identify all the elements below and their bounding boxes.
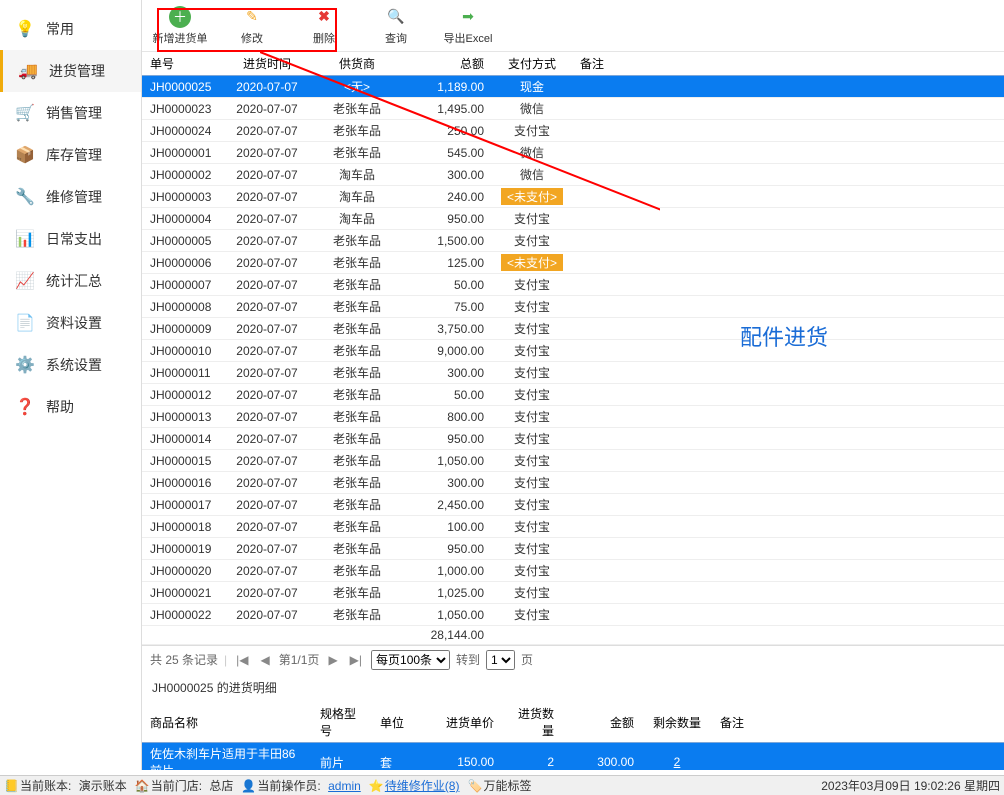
table-row[interactable]: JH00000032020-07-07淘车品240.00<未支付> — [142, 186, 1004, 208]
table-row[interactable]: JH00000172020-07-07老张车品2,450.00支付宝 — [142, 494, 1004, 516]
status-account: 📒当前账本: 演示账本 — [4, 777, 127, 794]
table-row[interactable]: JH00000102020-07-07老张车品9,000.00支付宝 — [142, 340, 1004, 362]
pager-goto-label: 转到 — [456, 651, 480, 668]
table-row[interactable]: JH00000042020-07-07淘车品950.00支付宝 — [142, 208, 1004, 230]
detail-row[interactable]: 佐佐木刹车片适用于丰田86 前片前片套150.002300.002 — [142, 743, 1004, 771]
table-row[interactable]: JH00000242020-07-07老张车品250.00支付宝 — [142, 120, 1004, 142]
table-row[interactable]: JH00000232020-07-07老张车品1,495.00微信 — [142, 98, 1004, 120]
add-button[interactable]: ＋新增进货单 — [150, 4, 210, 48]
pager-pagesize[interactable]: 每页100条 — [371, 650, 450, 670]
sidebar-label: 进货管理 — [49, 61, 105, 81]
dcol-spec[interactable]: 规格型号 — [312, 702, 372, 743]
sidebar-icon: 📄 — [14, 312, 36, 334]
pager-prev[interactable]: ◀ — [258, 653, 273, 667]
table-row[interactable]: JH00000122020-07-07老张车品50.00支付宝 — [142, 384, 1004, 406]
sidebar-item-5[interactable]: 📊 日常支出 — [0, 218, 141, 260]
detail-table[interactable]: 商品名称规格型号单位进货单价进货数量金额剩余数量备注 佐佐木刹车片适用于丰田86… — [142, 702, 1004, 770]
status-tag[interactable]: 🏷️万能标签 — [467, 777, 531, 794]
status-datetime: 2023年03月09日 19:02:26 星期四 — [821, 777, 1000, 794]
sidebar-item-1[interactable]: 🚚 进货管理 — [0, 50, 141, 92]
pager-first[interactable]: |◀ — [233, 653, 251, 667]
table-row[interactable]: JH00000072020-07-07老张车品50.00支付宝 — [142, 274, 1004, 296]
purchase-table[interactable]: 单号进货时间供货商总额支付方式备注 JH00000252020-07-07<无>… — [142, 52, 1004, 645]
col-note[interactable]: 备注 — [572, 52, 1004, 76]
table-row[interactable]: JH00000112020-07-07老张车品300.00支付宝 — [142, 362, 1004, 384]
dcol-left[interactable]: 剩余数量 — [642, 702, 712, 743]
sidebar-label: 库存管理 — [46, 145, 102, 165]
sidebar-item-9[interactable]: ❓ 帮助 — [0, 386, 141, 428]
table-row[interactable]: JH00000222020-07-07老张车品1,050.00支付宝 — [142, 604, 1004, 626]
pager: 共 25 条记录 | |◀ ◀ 第1/1页 ▶ ▶| 每页100条 转到 1 页 — [142, 645, 1004, 673]
sidebar-icon: 📦 — [14, 144, 36, 166]
dcol-qty[interactable]: 进货数量 — [502, 702, 562, 743]
sidebar-icon: 📈 — [14, 270, 36, 292]
pager-next[interactable]: ▶ — [325, 653, 340, 667]
dcol-price[interactable]: 进货单价 — [432, 702, 502, 743]
dcol-note[interactable]: 备注 — [712, 702, 1004, 743]
table-row[interactable]: JH00000012020-07-07老张车品545.00微信 — [142, 142, 1004, 164]
detail-title: JH0000025 的进货明细 — [142, 673, 1004, 702]
sidebar-item-4[interactable]: 🔧 维修管理 — [0, 176, 141, 218]
pager-page-suffix: 页 — [521, 651, 533, 668]
sidebar-label: 常用 — [46, 19, 74, 39]
sidebar-icon: 🔧 — [14, 186, 36, 208]
status-operator: 👤当前操作员: admin — [241, 777, 360, 794]
sidebar-label: 系统设置 — [46, 355, 102, 375]
sidebar-icon: 📊 — [14, 228, 36, 250]
table-row[interactable]: JH00000132020-07-07老张车品800.00支付宝 — [142, 406, 1004, 428]
search-button[interactable]: 🔍查询 — [366, 4, 426, 48]
dcol-unit[interactable]: 单位 — [372, 702, 432, 743]
pager-last[interactable]: ▶| — [347, 653, 365, 667]
col-amount[interactable]: 总额 — [402, 52, 492, 76]
sidebar-label: 统计汇总 — [46, 271, 102, 291]
edit-button[interactable]: ✎修改 — [222, 4, 282, 48]
table-row[interactable]: JH00000142020-07-07老张车品950.00支付宝 — [142, 428, 1004, 450]
table-row[interactable]: JH00000212020-07-07老张车品1,025.00支付宝 — [142, 582, 1004, 604]
sidebar-label: 维修管理 — [46, 187, 102, 207]
table-row[interactable]: JH00000192020-07-07老张车品950.00支付宝 — [142, 538, 1004, 560]
sidebar: 💡 常用 🚚 进货管理 🛒 销售管理 📦 库存管理 🔧 维修管理 📊 日常支出 📈 统计汇总 📄 资料设置 ⚙️… — [0, 0, 142, 770]
status-pending-link[interactable]: ⭐待维修作业(8) — [369, 777, 460, 794]
table-row[interactable]: JH00000092020-07-07老张车品3,750.00支付宝 — [142, 318, 1004, 340]
status-bar: 📒当前账本: 演示账本 🏠当前门店: 总店 👤当前操作员: admin ⭐待维修… — [0, 775, 1004, 795]
delete-button[interactable]: ✖删除 — [294, 4, 354, 48]
table-row[interactable]: JH00000052020-07-07老张车品1,500.00支付宝 — [142, 230, 1004, 252]
sidebar-label: 帮助 — [46, 397, 74, 417]
col-date[interactable]: 进货时间 — [222, 52, 312, 76]
sidebar-item-2[interactable]: 🛒 销售管理 — [0, 92, 141, 134]
total-amount: 28,144.00 — [402, 626, 492, 645]
sidebar-item-7[interactable]: 📄 资料设置 — [0, 302, 141, 344]
sidebar-item-8[interactable]: ⚙️ 系统设置 — [0, 344, 141, 386]
export-button[interactable]: ➡导出Excel — [438, 4, 498, 48]
table-row[interactable]: JH00000202020-07-07老张车品1,000.00支付宝 — [142, 560, 1004, 582]
table-row[interactable]: JH00000062020-07-07老张车品125.00<未支付> — [142, 252, 1004, 274]
sidebar-label: 日常支出 — [46, 229, 102, 249]
pager-page: 第1/1页 — [279, 651, 320, 668]
status-store: 🏠当前门店: 总店 — [135, 777, 234, 794]
col-no[interactable]: 单号 — [142, 52, 222, 76]
sidebar-icon: 🚚 — [17, 60, 39, 82]
table-row[interactable]: JH00000182020-07-07老张车品100.00支付宝 — [142, 516, 1004, 538]
table-row[interactable]: JH00000082020-07-07老张车品75.00支付宝 — [142, 296, 1004, 318]
sidebar-icon: ❓ — [14, 396, 36, 418]
table-row[interactable]: JH00000162020-07-07老张车品300.00支付宝 — [142, 472, 1004, 494]
table-row[interactable]: JH00000022020-07-07淘车品300.00微信 — [142, 164, 1004, 186]
sidebar-item-6[interactable]: 📈 统计汇总 — [0, 260, 141, 302]
sidebar-item-3[interactable]: 📦 库存管理 — [0, 134, 141, 176]
col-supplier[interactable]: 供货商 — [312, 52, 402, 76]
col-payment[interactable]: 支付方式 — [492, 52, 572, 76]
sidebar-label: 销售管理 — [46, 103, 102, 123]
dcol-name[interactable]: 商品名称 — [142, 702, 312, 743]
table-row[interactable]: JH00000152020-07-07老张车品1,050.00支付宝 — [142, 450, 1004, 472]
sidebar-label: 资料设置 — [46, 313, 102, 333]
sidebar-icon: 🛒 — [14, 102, 36, 124]
toolbar: ＋新增进货单 ✎修改 ✖删除 🔍查询 ➡导出Excel — [142, 0, 1004, 52]
sidebar-icon: 💡 — [14, 18, 36, 40]
sidebar-icon: ⚙️ — [14, 354, 36, 376]
pager-summary: 共 25 条记录 — [150, 651, 218, 668]
pager-goto[interactable]: 1 — [486, 650, 515, 670]
sidebar-item-0[interactable]: 💡 常用 — [0, 8, 141, 50]
table-row[interactable]: JH00000252020-07-07<无>1,189.00现金 — [142, 76, 1004, 98]
dcol-amount[interactable]: 金额 — [562, 702, 642, 743]
